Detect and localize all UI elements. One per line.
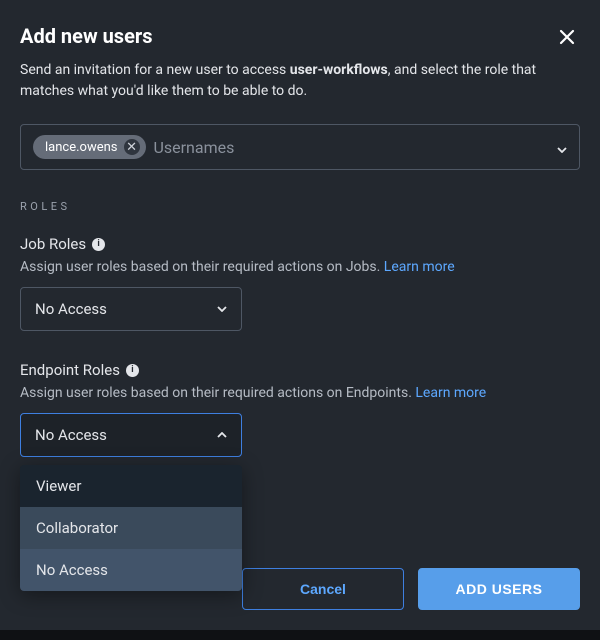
job-roles-select-value: No Access	[35, 300, 107, 318]
cancel-button[interactable]: Cancel	[242, 568, 404, 610]
chip-remove-icon[interactable]: ✕	[124, 139, 140, 155]
chevron-down-icon[interactable]	[557, 138, 567, 157]
job-roles-select[interactable]: No Access	[20, 287, 242, 331]
endpoint-roles-label: Endpoint Roles i	[20, 361, 580, 379]
roles-section-label: ROLES	[20, 200, 580, 213]
username-chip-label: lance.owens	[45, 140, 118, 155]
info-icon[interactable]: i	[126, 364, 139, 377]
close-button[interactable]	[554, 24, 580, 50]
usernames-input[interactable]: lance.owens ✕ Usernames	[20, 124, 580, 170]
modal-footer: Cancel ADD USERS	[242, 568, 580, 610]
dropdown-option-viewer[interactable]: Viewer	[20, 465, 242, 507]
description-workspace-name: user-workflows	[290, 62, 388, 78]
modal-header: Add new users	[20, 24, 580, 50]
username-chip: lance.owens ✕	[33, 135, 146, 159]
chevron-up-icon	[217, 432, 227, 438]
add-users-modal: Add new users Send an invitation for a n…	[0, 0, 600, 630]
modal-title: Add new users	[20, 24, 152, 48]
endpoint-roles-helper-text: Assign user roles based on their require…	[20, 385, 415, 401]
job-roles-label-text: Job Roles	[20, 235, 86, 253]
info-icon[interactable]: i	[92, 238, 105, 251]
endpoint-roles-helper: Assign user roles based on their require…	[20, 385, 580, 401]
job-roles-helper-text: Assign user roles based on their require…	[20, 259, 384, 275]
job-roles-label: Job Roles i	[20, 235, 580, 253]
usernames-placeholder: Usernames	[154, 138, 567, 157]
dropdown-option-collaborator[interactable]: Collaborator	[20, 507, 242, 549]
endpoint-roles-learn-more-link[interactable]: Learn more	[415, 385, 486, 401]
job-roles-learn-more-link[interactable]: Learn more	[384, 259, 455, 275]
endpoint-roles-label-text: Endpoint Roles	[20, 361, 120, 379]
description-prefix: Send an invitation for a new user to acc…	[20, 62, 290, 78]
chevron-down-icon	[217, 306, 227, 312]
endpoint-roles-select-value: No Access	[35, 426, 107, 444]
close-icon	[558, 28, 576, 46]
endpoint-roles-select-wrapper: No Access Viewer Collaborator No Access	[20, 413, 580, 457]
job-roles-helper: Assign user roles based on their require…	[20, 259, 580, 275]
modal-description: Send an invitation for a new user to acc…	[20, 60, 580, 102]
add-users-button[interactable]: ADD USERS	[418, 568, 580, 610]
endpoint-roles-select[interactable]: No Access	[20, 413, 242, 457]
dropdown-option-no-access[interactable]: No Access	[20, 549, 242, 591]
endpoint-roles-dropdown: Viewer Collaborator No Access	[20, 465, 242, 591]
